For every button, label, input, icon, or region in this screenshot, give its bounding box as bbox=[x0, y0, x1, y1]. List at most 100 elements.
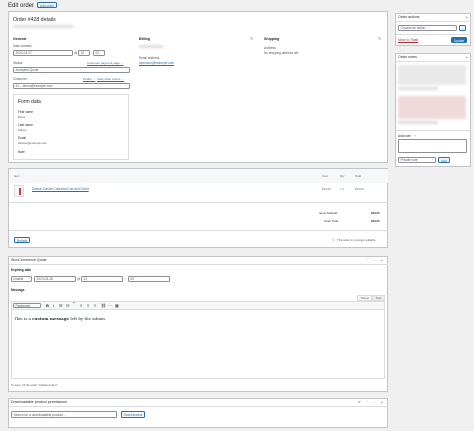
message-text: This is a custom message left by the adm… bbox=[14, 316, 106, 321]
email-label: Email bbox=[18, 136, 26, 140]
order-total-value: $16.00 bbox=[371, 219, 380, 223]
notes-header-divider bbox=[395, 61, 471, 62]
notes-divider bbox=[395, 130, 471, 131]
actions-header-divider bbox=[395, 21, 471, 22]
info-icon: ⓘ bbox=[332, 238, 336, 242]
customer-select[interactable]: #1 – demo@example.com bbox=[13, 83, 130, 89]
chevron-down-icon: ⌄ bbox=[125, 67, 128, 71]
product-link[interactable]: Dismal Sunset Collection List and Chest bbox=[32, 187, 89, 191]
grant-access-button[interactable]: Grant access bbox=[121, 411, 145, 418]
at-label: @ bbox=[74, 51, 78, 55]
actions-footer-divider bbox=[395, 34, 471, 35]
message-text-after: left by the admin. bbox=[69, 316, 107, 321]
expire-date-input[interactable]: 2023-03-28 bbox=[34, 276, 76, 282]
hour-input[interactable]: 10 bbox=[78, 50, 90, 56]
order-title: Order #428 details bbox=[13, 17, 56, 23]
col-item: Item bbox=[14, 174, 20, 178]
collapse-icon[interactable]: ▴ bbox=[466, 15, 468, 19]
gear-icon[interactable]: ⚙ bbox=[358, 400, 361, 404]
form-data-title: Form data bbox=[18, 99, 41, 105]
first-name-label: First name bbox=[18, 110, 34, 114]
subtotal-label: Items Subtotal: bbox=[319, 211, 338, 215]
downloadable-search-input[interactable]: Search for a downloadable product... bbox=[11, 411, 117, 418]
order-notes-title: Order notes bbox=[398, 55, 417, 59]
chevron-down-icon: ⌄ bbox=[431, 157, 434, 161]
quote-title: WooCommerce Quote bbox=[11, 258, 47, 262]
collapse-icon[interactable]: ▴ bbox=[466, 55, 468, 59]
align-left-icon[interactable]: ≡ bbox=[80, 303, 82, 308]
email-value: batman@example.com bbox=[18, 141, 47, 145]
shipping-address-value: No shipping address set. bbox=[264, 51, 300, 55]
billing-edit-icon[interactable]: ✎ bbox=[250, 36, 253, 41]
blockquote-icon[interactable]: “ bbox=[73, 302, 75, 308]
expire-minute-input[interactable]: 00 bbox=[128, 276, 170, 282]
move-down-icon[interactable]: ⌄ bbox=[373, 258, 376, 262]
minute-input[interactable]: 02 bbox=[93, 50, 105, 56]
move-up-icon[interactable]: ⌃ bbox=[366, 400, 369, 404]
totals-divider bbox=[8, 230, 388, 231]
apply-action-button[interactable]: › bbox=[459, 25, 466, 31]
profile-link[interactable]: Profile → bbox=[83, 77, 95, 81]
date-created-input[interactable]: 2023-03-27 bbox=[13, 50, 73, 56]
link-icon[interactable]: ⛓ bbox=[101, 303, 106, 308]
items-header-bg bbox=[8, 168, 388, 183]
refund-button[interactable]: Refund bbox=[14, 237, 30, 243]
customer-payment-link[interactable]: Customer payment page → bbox=[87, 61, 124, 65]
message-label: Message bbox=[11, 288, 25, 292]
view-other-orders-link[interactable]: View other orders → bbox=[97, 77, 124, 81]
align-right-icon[interactable]: ≡ bbox=[94, 303, 96, 308]
billing-email-link[interactable]: bjohnson@example.com bbox=[139, 61, 174, 65]
order-total-label: Order Total: bbox=[324, 219, 339, 223]
expiring-date-label: Expiring date bbox=[11, 268, 32, 272]
shipping-heading: Shipping bbox=[264, 37, 280, 41]
add-note-button[interactable]: Add bbox=[438, 157, 450, 163]
add-note-textarea[interactable] bbox=[398, 139, 467, 153]
product-thumbnail bbox=[14, 185, 24, 197]
note-label: Note bbox=[18, 150, 25, 154]
quote-header-divider bbox=[8, 264, 388, 265]
chevron-down-icon: ⌄ bbox=[125, 83, 128, 87]
align-center-icon[interactable]: ≡ bbox=[87, 303, 89, 308]
col-qty: Qty bbox=[340, 174, 345, 178]
collapse-icon[interactable]: ▴ bbox=[381, 258, 383, 262]
add-note-label: Add note bbox=[398, 134, 411, 138]
subtotal-value: $16.00 bbox=[371, 211, 380, 215]
expire-hour-input[interactable]: 22 bbox=[81, 276, 123, 282]
update-button[interactable]: Update bbox=[451, 37, 467, 43]
bold-icon[interactable]: B bbox=[46, 303, 49, 308]
note-meta bbox=[398, 87, 438, 90]
shipping-edit-icon[interactable]: ✎ bbox=[378, 36, 381, 41]
last-name-value: Wayne bbox=[18, 128, 27, 132]
move-up-icon[interactable]: ⌃ bbox=[366, 258, 369, 262]
message-text-bold: custom message bbox=[32, 316, 70, 321]
italic-icon[interactable]: I bbox=[53, 303, 54, 308]
move-to-trash-link[interactable]: Move to Trash bbox=[398, 38, 418, 42]
status-label: Status: bbox=[13, 61, 23, 65]
numbered-list-icon[interactable]: ☷ bbox=[66, 303, 70, 308]
order-action-select[interactable]: Choose an action... bbox=[398, 25, 457, 31]
time-colon: : bbox=[91, 51, 92, 55]
general-heading: General bbox=[13, 37, 27, 41]
not-editable-note: This order is no longer editable. bbox=[337, 238, 377, 242]
save-hint: To save, hit the order "Update button". bbox=[11, 383, 59, 387]
customer-label: Customer: bbox=[13, 77, 28, 81]
items-divider bbox=[8, 202, 388, 203]
page-title: Edit order bbox=[8, 3, 35, 9]
col-cost: Cost bbox=[322, 174, 328, 178]
first-name-value: Bruce bbox=[18, 115, 26, 119]
move-down-icon[interactable]: ⌄ bbox=[373, 400, 376, 404]
more-icon[interactable]: ⋯ bbox=[108, 303, 112, 308]
billing-email-label: Email address: bbox=[139, 56, 161, 60]
status-select[interactable]: Accepted Quote bbox=[13, 67, 130, 73]
billing-heading: Billing bbox=[139, 37, 150, 41]
product-total: $16.00 bbox=[355, 187, 364, 191]
paragraph-select[interactable]: Paragraph bbox=[13, 303, 41, 308]
kitchen-sink-icon[interactable]: ▦ bbox=[115, 303, 119, 308]
date-created-label: Date created: bbox=[13, 44, 33, 48]
order-actions-title: Order actions bbox=[398, 15, 420, 19]
bullet-list-icon[interactable]: ☰ bbox=[59, 303, 63, 308]
expire-at-label: @ bbox=[77, 277, 81, 281]
collapse-icon[interactable]: ▴ bbox=[381, 400, 383, 404]
add-order-button[interactable]: Add order bbox=[37, 2, 57, 8]
message-text-before: This is a bbox=[14, 316, 33, 321]
